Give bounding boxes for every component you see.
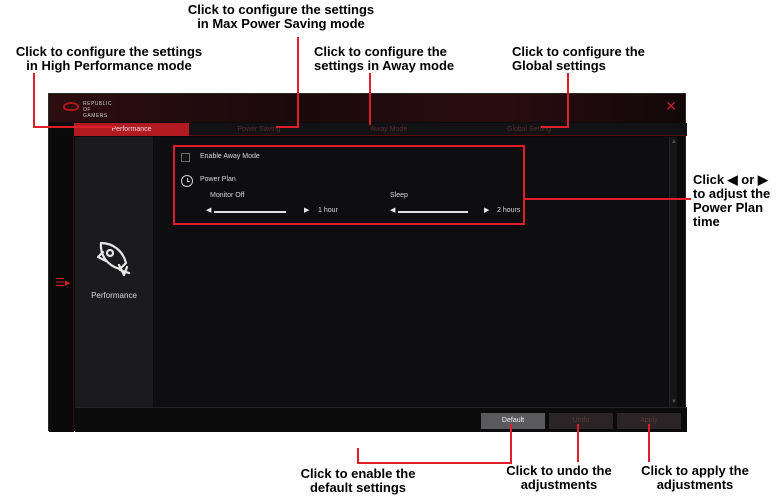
monitor-off-value: 1 hour (318, 207, 338, 214)
rog-logo: REPUBLIC OF GAMERS (63, 100, 119, 119)
callout-high-performance: Click to configure the settings in High … (4, 45, 214, 73)
enable-away-mode-checkbox[interactable] (181, 153, 190, 162)
scroll-up-icon[interactable]: ▲ (671, 139, 677, 145)
tab-global-setting[interactable]: Global Setting (459, 123, 599, 136)
callout-apply: Click to apply the adjustments (630, 464, 760, 492)
callout-max-power-saving: Click to configure the settings in Max P… (166, 3, 396, 31)
monitor-off-slider[interactable]: ◀ ▶ (206, 206, 314, 216)
power-plan-label: Power Plan (200, 176, 236, 183)
callout-line: Click to configure the (314, 44, 447, 59)
callout-away-mode: Click to configure the settings in Away … (314, 45, 454, 73)
annotation-line (510, 424, 512, 464)
decrease-arrow-icon[interactable]: ◀ (390, 206, 395, 214)
logo-line: GAMERS (83, 113, 108, 119)
callout-line: Click ◀ or ▶ (693, 172, 768, 187)
left-rail: ☰▸ (49, 136, 74, 432)
monitor-off-label: Monitor Off (210, 192, 245, 199)
tab-away-mode[interactable]: Away Mode (329, 123, 449, 136)
mode-tabs: Performance Power Saving Away Mode Globa… (74, 123, 687, 136)
annotation-box (173, 145, 175, 225)
scroll-down-icon[interactable]: ▼ (671, 399, 677, 405)
callout-line: in High Performance mode (26, 58, 192, 73)
annotation-line (33, 73, 35, 127)
close-icon[interactable]: ✕ (665, 99, 677, 115)
annotation-line (567, 73, 569, 128)
slider-track[interactable] (214, 211, 286, 213)
annotation-line (276, 126, 299, 128)
callout-line: Global settings (512, 58, 606, 73)
armoury-app-window: REPUBLIC OF GAMERS ✕ Performance Power S… (48, 93, 687, 432)
tab-performance[interactable]: Performance (74, 123, 189, 136)
callout-line: default settings (309, 480, 407, 495)
enable-away-mode-label: Enable Away Mode (200, 153, 260, 160)
callout-line: adjustments (520, 477, 598, 492)
logo-text: REPUBLIC OF GAMERS (83, 101, 119, 119)
annotation-line (297, 37, 299, 127)
callout-line: adjustments (656, 477, 734, 492)
annotation-box (173, 145, 525, 147)
callout-line: in Max Power Saving mode (197, 16, 365, 31)
callout-line: Power Plan (693, 200, 764, 215)
callout-line: time (693, 214, 720, 229)
increase-arrow-icon[interactable]: ▶ (304, 206, 309, 214)
callout-line: Click to enable the (300, 466, 416, 481)
tab-power-saving[interactable]: Power Saving (199, 123, 319, 136)
clock-icon (181, 175, 193, 187)
callout-adjust-time: Click ◀ or ▶ to adjust the Power Plan ti… (693, 173, 770, 229)
callout-line: Click to configure the settings (187, 2, 375, 17)
annotation-line (577, 424, 579, 462)
default-button[interactable]: Default (481, 413, 545, 429)
sleep-value: 2 hours (497, 207, 521, 214)
callout-global: Click to configure the Global settings (512, 45, 645, 73)
callout-default: Click to enable the default settings (278, 467, 438, 495)
callout-line: to adjust the (693, 186, 771, 201)
sleep-label: Sleep (390, 192, 408, 199)
annotation-line (369, 73, 371, 125)
annotation-box (173, 223, 525, 225)
profile-side-panel: Performance (75, 137, 153, 407)
callout-line: Click to configure the settings (15, 44, 203, 59)
increase-arrow-icon[interactable]: ▶ (484, 206, 489, 214)
decrease-arrow-icon[interactable]: ◀ (206, 206, 211, 214)
annotation-line (33, 126, 115, 128)
title-bar: REPUBLIC OF GAMERS ✕ (49, 94, 685, 122)
annotation-line (541, 126, 569, 128)
annotation-line (648, 424, 650, 462)
sleep-slider[interactable]: ◀ ▶ (390, 206, 494, 216)
callout-line: Click to apply the (641, 463, 749, 478)
rog-eye-icon (63, 102, 79, 111)
annotation-line (525, 198, 691, 200)
annotation-line (357, 462, 512, 464)
vertical-scrollbar[interactable]: ▲ ▼ (669, 137, 677, 407)
callout-line: Click to configure the (512, 44, 645, 59)
annotation-box (523, 145, 525, 225)
callout-undo: Click to undo the adjustments (494, 464, 624, 492)
menu-expand-icon[interactable]: ☰▸ (55, 276, 70, 289)
rocket-icon (96, 241, 131, 277)
callout-line: Click to undo the (506, 463, 612, 478)
undo-button[interactable]: Undo (549, 413, 613, 429)
slider-track[interactable] (398, 211, 468, 213)
profile-label: Performance (91, 291, 137, 300)
annotation-line (357, 448, 359, 464)
callout-line: settings in Away mode (314, 58, 455, 73)
logo-line: REPUBLIC OF (83, 101, 113, 113)
